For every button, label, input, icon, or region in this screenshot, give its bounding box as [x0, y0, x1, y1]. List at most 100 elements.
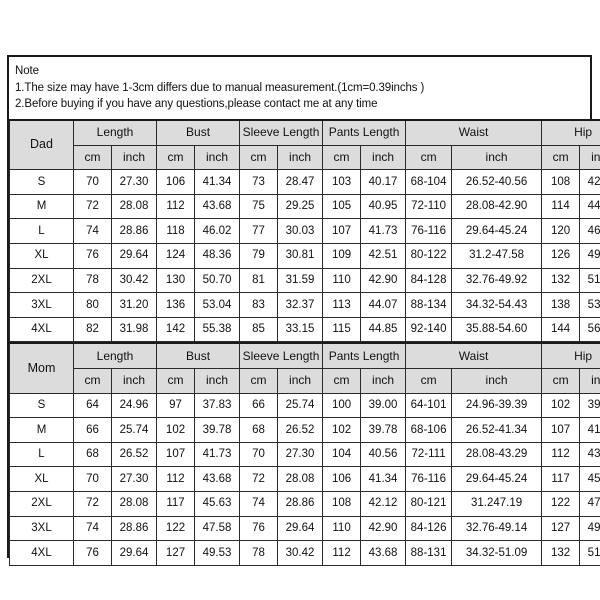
measurement-cell: 107 [322, 218, 362, 244]
measurement-cell: 48.36 [194, 242, 241, 269]
measurement-cell: 40.95 [360, 193, 407, 220]
measurement-cell: 66 [73, 417, 112, 443]
unit-header-cell: inch [451, 367, 543, 394]
measurement-cell: 44.85 [360, 316, 407, 343]
size-label-cell: 2XL [9, 267, 74, 294]
unit-header-cell: inch [277, 367, 324, 394]
measurement-cell: 29.64 [110, 242, 158, 269]
measurement-cell: 114 [541, 193, 581, 220]
column-group-header: Bust [156, 119, 241, 146]
unit-header-cell: cm [239, 144, 279, 171]
unit-header-cell: cm [541, 144, 581, 171]
size-label-cell: 3XL [9, 292, 74, 318]
column-group-header: Waist [405, 119, 543, 146]
measurement-cell: 77 [239, 218, 279, 244]
table-header: Dad Length Bust Sleeve Length Pants Length Wa… [9, 119, 600, 171]
measurement-cell: 29.25 [277, 193, 324, 220]
measurement-cell: 88-134 [405, 292, 453, 318]
measurement-cell: 55.38 [194, 316, 241, 343]
column-group-header: Length [72, 342, 158, 369]
measurement-cell: 106 [156, 169, 196, 195]
measurement-cell: 76-116 [405, 466, 453, 492]
measurement-cell: 46.02 [194, 218, 241, 244]
note-block: Note 1.The size may have 1-3cm differs d… [9, 57, 590, 119]
measurement-cell: 118 [156, 218, 196, 244]
measurement-cell: 46.80 [579, 218, 600, 244]
measurement-cell: 80-122 [405, 242, 453, 269]
measurement-cell: 117 [156, 490, 196, 517]
measurement-cell: 76 [239, 515, 279, 542]
measurement-cell: 120 [541, 218, 581, 244]
measurement-cell: 25.74 [110, 417, 158, 443]
measurement-cell: 29.64 [277, 515, 324, 542]
unit-header-cell: inch [360, 367, 407, 394]
measurement-cell: 112 [156, 193, 196, 220]
measurement-cell: 30.42 [110, 267, 158, 294]
measurement-cell: 28.08-42.90 [451, 193, 543, 220]
measurement-cell: 42.51 [360, 242, 407, 269]
measurement-cell: 56.16 [579, 316, 600, 343]
measurement-cell: 72-110 [405, 193, 453, 220]
measurement-cell: 112 [322, 540, 362, 566]
unit-header-cell: cm [239, 367, 279, 394]
measurement-cell: 43.68 [194, 466, 241, 492]
measurement-cell: 39.78 [360, 417, 407, 443]
measurement-cell: 28.08-43.29 [451, 441, 543, 468]
measurement-cell: 43.68 [579, 441, 600, 468]
column-group-header: Bust [156, 342, 241, 369]
unit-header-cell: cm [156, 367, 196, 394]
column-group-header: Sleeve Length [239, 342, 324, 369]
table-body: S 70 27.30 106 41.34 73 28.47 103 40.17 68-104 26.… [9, 169, 600, 343]
unit-header-cell: cm [73, 144, 112, 171]
size-label-cell: S [9, 392, 74, 419]
measurement-cell: 45.63 [194, 490, 241, 517]
measurement-cell: 92-140 [405, 316, 453, 343]
measurement-cell: 25.74 [277, 392, 324, 419]
measurement-cell: 102 [156, 417, 196, 443]
table-row: XL 70 27.30 112 43.68 72 28.08 106 41.34 76-116 29… [9, 466, 600, 492]
size-label-cell: 4XL [9, 540, 74, 566]
measurement-cell: 53.04 [194, 292, 241, 318]
unit-header-cell: cm [541, 367, 581, 394]
table-row: XL 76 29.64 124 48.36 79 30.81 109 42.51 80-122 31… [9, 242, 600, 269]
measurement-cell: 108 [322, 490, 362, 517]
table-row: 3XL 80 31.20 136 53.04 83 32.37 113 44.07 88-134 3… [9, 292, 600, 318]
measurement-cell: 138 [541, 292, 581, 318]
measurement-cell: 82 [73, 316, 112, 343]
measurement-cell: 43.68 [360, 540, 407, 566]
measurement-cell: 32.37 [277, 292, 324, 318]
size-tables-container: Dad Length Bust Sleeve Length Pants Length Wa… [9, 119, 600, 566]
measurement-cell: 44.46 [579, 193, 600, 220]
size-label-cell: XL [9, 242, 74, 269]
measurement-cell: 40.56 [360, 441, 407, 468]
measurement-cell: 32.76-49.92 [451, 267, 543, 294]
measurement-cell: 29.64 [110, 540, 158, 566]
measurement-cell: 113 [322, 292, 362, 318]
measurement-cell: 76-116 [405, 218, 453, 244]
measurement-cell: 32.76-49.14 [451, 515, 543, 542]
measurement-cell: 30.42 [277, 540, 324, 566]
measurement-cell: 74 [73, 515, 112, 542]
measurement-cell: 31.20 [110, 292, 158, 318]
measurement-cell: 122 [541, 490, 581, 517]
measurement-cell: 24.96-39.39 [451, 392, 543, 419]
measurement-cell: 26.52 [277, 417, 324, 443]
measurement-cell: 70 [73, 169, 112, 195]
size-label-cell: S [9, 169, 74, 195]
measurement-cell: 42.12 [360, 490, 407, 517]
measurement-cell: 31.59 [277, 267, 324, 294]
measurement-cell: 105 [322, 193, 362, 220]
measurement-cell: 42.90 [360, 267, 407, 294]
column-group-header: Hip [541, 119, 600, 146]
measurement-cell: 142 [156, 316, 196, 343]
measurement-cell: 132 [541, 540, 581, 566]
measurement-cell: 68-104 [405, 169, 453, 195]
measurement-cell: 72 [239, 466, 279, 492]
measurement-cell: 47.58 [194, 515, 241, 542]
measurement-cell: 45.63 [579, 466, 600, 492]
measurement-cell: 28.86 [110, 515, 158, 542]
measurement-cell: 41.34 [194, 169, 241, 195]
measurement-cell: 26.52-41.34 [451, 417, 543, 443]
measurement-cell: 68 [239, 417, 279, 443]
measurement-cell: 74 [239, 490, 279, 517]
